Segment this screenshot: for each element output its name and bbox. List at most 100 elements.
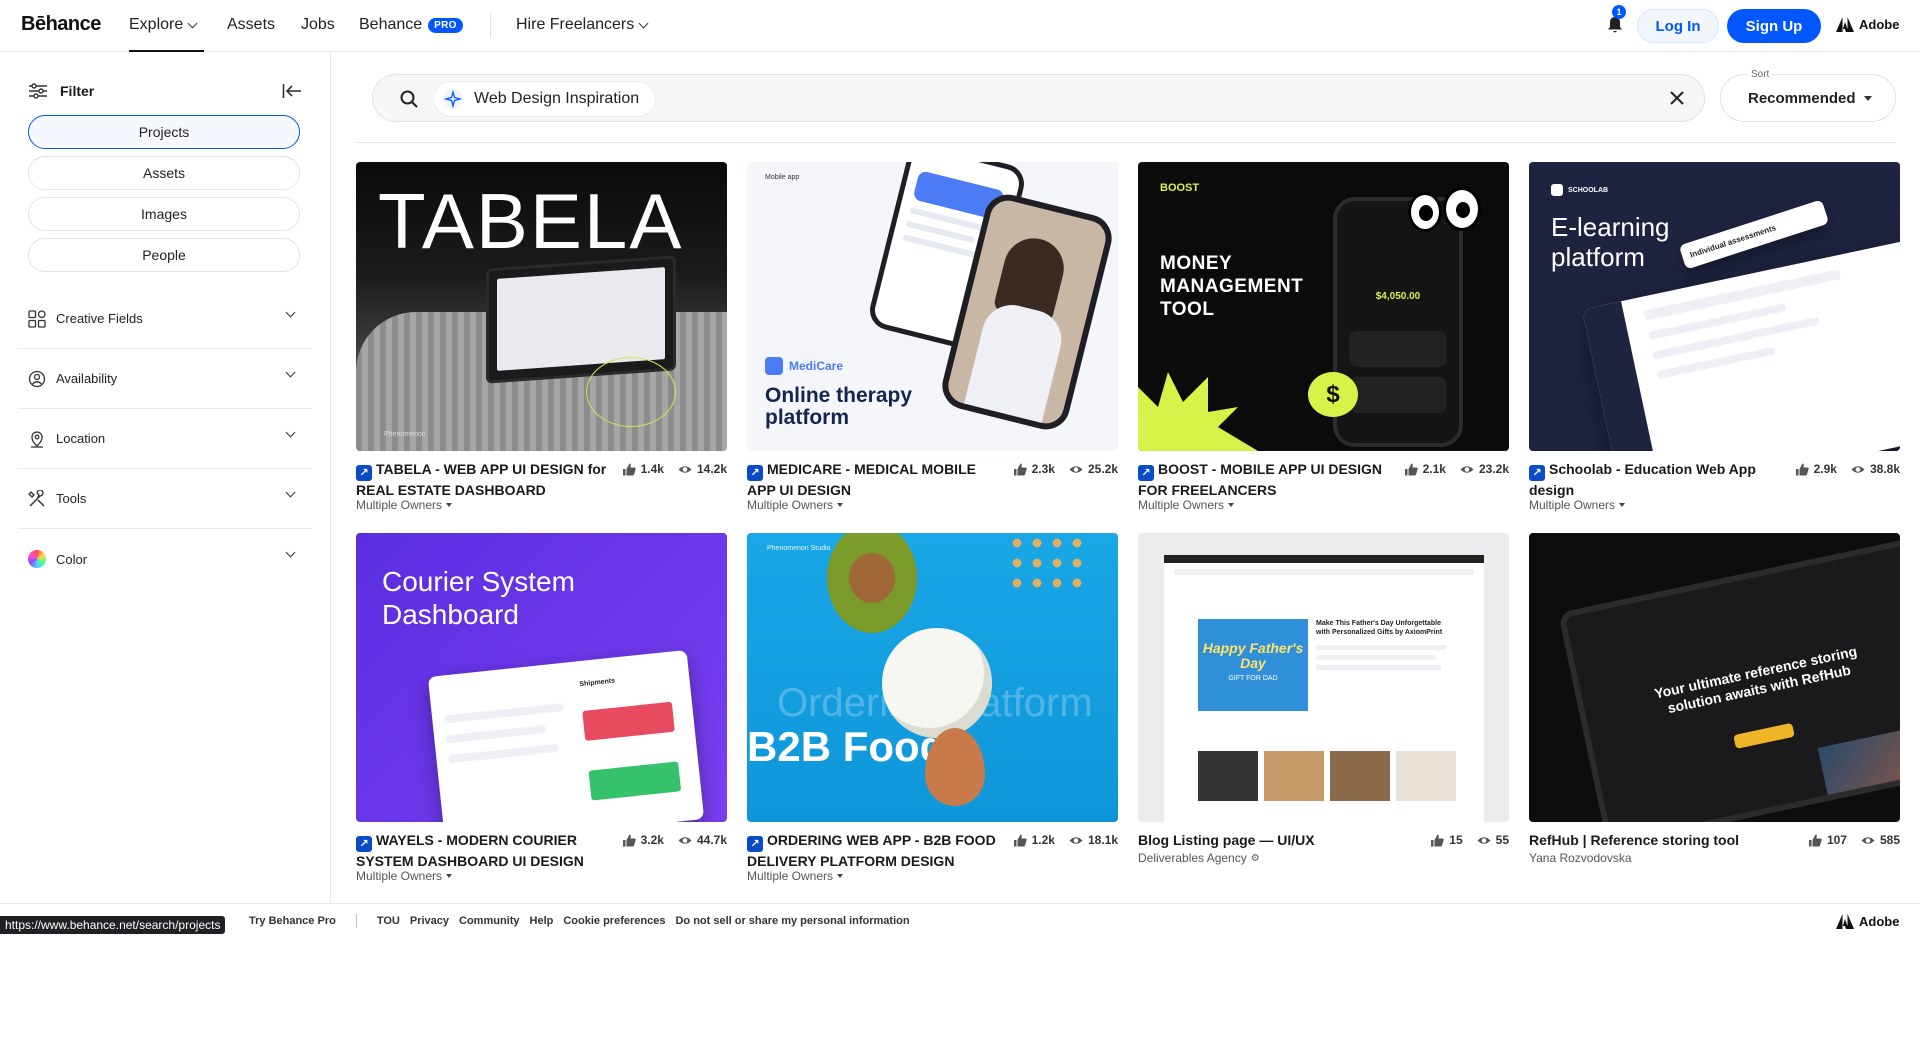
project-thumbnail[interactable]: TABELA Phenomenon (356, 162, 727, 451)
adobe-label: Adobe (1859, 914, 1900, 929)
nav-jobs[interactable]: Jobs (301, 16, 335, 34)
search-query-chip[interactable]: Web Design Inspiration (433, 81, 657, 117)
grid-icon (28, 309, 46, 328)
thumbs-up-icon (622, 463, 636, 475)
eye-icon (1069, 836, 1083, 844)
external-link-icon: ↗ (1138, 465, 1154, 481)
project-card[interactable]: Courier System Dashboard Shipments ↗ WAYE… (356, 533, 727, 883)
footer-divider (355, 914, 357, 928)
notification-count-badge: 1 (1612, 5, 1626, 19)
project-stats: 1.4k 14.2k (619, 462, 727, 476)
filter-label: Filter (60, 83, 95, 99)
project-stats: 2.1k 23.2k (1401, 462, 1509, 476)
project-card[interactable]: Phenomenon Studio Ordering Platform B2B … (747, 533, 1118, 883)
footer-link-do-not-sell[interactable]: Do not sell or share my personal informa… (675, 915, 909, 927)
project-thumbnail[interactable]: SCHOOLAB E-learning platform Individual … (1529, 162, 1900, 451)
project-card[interactable]: Happy Father's Day GIFT FOR DAD Make Thi… (1138, 533, 1509, 865)
filter-sliders-icon (29, 83, 47, 99)
thumb-heading: TABELA (378, 177, 684, 265)
project-owner[interactable]: Multiple Owners (1529, 498, 1626, 512)
project-title[interactable]: ↗ TABELA - WEB APP UI DESIGN for REAL ESTA… (356, 460, 606, 499)
adobe-label: Adobe (1859, 17, 1900, 32)
project-owner[interactable]: Deliverables Agency ⚙ (1138, 851, 1260, 865)
project-title[interactable]: ↗ BOOST - MOBILE APP UI DESIGN FOR FREELAN… (1138, 460, 1382, 499)
sort-label: Sort (1748, 69, 1773, 80)
nav-hire-label: Hire Freelancers (516, 16, 635, 33)
eye-icon (1477, 836, 1491, 844)
project-owner[interactable]: Yana Rozvodovska (1529, 851, 1632, 865)
project-owner[interactable]: Multiple Owners (1138, 498, 1235, 512)
project-card[interactable]: BOOST MONEY MANAGEMENT TOOL $4,050.00 $ … (1138, 162, 1509, 512)
login-button[interactable]: Log In (1637, 9, 1719, 43)
project-title[interactable]: ↗ MEDICARE - MEDICAL MOBILE APP UI DESIGN (747, 460, 976, 499)
project-title[interactable]: ↗ ORDERING WEB APP - B2B FOOD DELIVERY PLA… (747, 831, 996, 870)
color-wheel-icon (28, 550, 46, 568)
facet-availability[interactable]: Availability (18, 349, 312, 409)
thumb-phone: $4,050.00 (1333, 197, 1463, 447)
project-thumbnail[interactable]: Phenomenon Studio Ordering Platform B2B … (747, 533, 1118, 822)
clear-search-icon[interactable] (1668, 89, 1686, 107)
project-title[interactable]: RefHub | Reference storing tool (1529, 831, 1739, 849)
likes-stat: 1.4k (622, 462, 664, 476)
project-title[interactable]: Blog Listing page — UI/UX (1138, 831, 1315, 849)
nav-assets[interactable]: Assets (227, 16, 275, 34)
project-title[interactable]: ↗ Schoolab - Education Web App design (1529, 460, 1756, 499)
caret-down-icon (446, 503, 453, 507)
thumb-heading: E-learning platform (1551, 212, 1670, 272)
facet-color[interactable]: Color (18, 529, 312, 589)
nav-explore[interactable]: Explore (129, 16, 198, 34)
adobe-logo-icon (1836, 17, 1854, 32)
facet-location[interactable]: Location (18, 409, 312, 469)
thumb-tablet: Your ultimate reference storing solution… (1557, 538, 1900, 822)
project-card[interactable]: Mobile app MediCare Online therapy platf… (747, 162, 1118, 512)
likes-stat: 2.3k (1013, 462, 1055, 476)
nav-behance-pro[interactable]: Behance PRO (359, 16, 463, 34)
footer-link-try-pro[interactable]: Try Behance Pro (249, 915, 336, 927)
footer-link-tou[interactable]: TOU (377, 915, 400, 927)
project-card[interactable]: Your ultimate reference storing solution… (1529, 533, 1900, 865)
signup-button[interactable]: Sign Up (1727, 9, 1821, 43)
footer-link-community[interactable]: Community (459, 915, 520, 927)
nav-hire-freelancers[interactable]: Hire Freelancers (516, 16, 649, 34)
behance-logo[interactable]: Bēhance (21, 13, 101, 36)
chevron-down-icon (285, 307, 296, 318)
tab-people[interactable]: People (28, 238, 300, 272)
project-owner[interactable]: Multiple Owners (356, 869, 453, 883)
project-thumbnail[interactable]: Courier System Dashboard Shipments (356, 533, 727, 822)
thumbs-up-icon (622, 834, 636, 846)
project-title[interactable]: ↗ WAYELS - MODERN COURIER SYSTEM DASHBOARD… (356, 831, 584, 870)
footer-link-help[interactable]: Help (530, 915, 554, 927)
facet-creative-fields[interactable]: Creative Fields (18, 289, 312, 349)
caret-down-icon (446, 874, 453, 878)
tab-assets[interactable]: Assets (28, 156, 300, 190)
project-owner[interactable]: Multiple Owners (747, 869, 844, 883)
eye-icon (678, 836, 692, 844)
footer-link-privacy[interactable]: Privacy (410, 915, 449, 927)
project-card[interactable]: SCHOOLAB E-learning platform Individual … (1529, 162, 1900, 512)
caret-down-icon (837, 874, 844, 878)
collapse-sidebar-icon[interactable] (282, 83, 302, 99)
footer-link-cookie-preferences[interactable]: Cookie preferences (563, 915, 665, 927)
project-thumbnail[interactable]: Your ultimate reference storing solution… (1529, 533, 1900, 822)
tab-projects[interactable]: Projects (28, 115, 300, 149)
project-thumbnail[interactable]: Happy Father's Day GIFT FOR DAD Make Thi… (1138, 533, 1509, 822)
search-bar[interactable]: Web Design Inspiration (372, 74, 1705, 122)
footer-adobe-link[interactable]: Adobe (1836, 914, 1899, 929)
project-owner[interactable]: Multiple Owners (747, 498, 844, 512)
sort-value[interactable]: Recommended (1748, 90, 1872, 107)
adobe-link[interactable]: Adobe (1836, 17, 1899, 32)
likes-stat: 2.9k (1795, 462, 1837, 476)
thumb-heading: Online therapy platform (765, 384, 913, 429)
project-card[interactable]: TABELA Phenomenon ↗ TABELA - WEB APP UI D… (356, 162, 727, 512)
eye-icon (1460, 465, 1474, 473)
facet-tools[interactable]: Tools (18, 469, 312, 529)
tab-images[interactable]: Images (28, 197, 300, 231)
caret-down-icon (1228, 503, 1235, 507)
project-thumbnail[interactable]: Mobile app MediCare Online therapy platf… (747, 162, 1118, 451)
project-owner[interactable]: Multiple Owners (356, 498, 453, 512)
project-thumbnail[interactable]: BOOST MONEY MANAGEMENT TOOL $4,050.00 $ (1138, 162, 1509, 451)
likes-stat: 2.1k (1404, 462, 1446, 476)
search-icon[interactable] (400, 90, 418, 108)
facet-label: Color (56, 551, 88, 567)
thumb-heading: MONEY MANAGEMENT TOOL (1160, 253, 1304, 320)
